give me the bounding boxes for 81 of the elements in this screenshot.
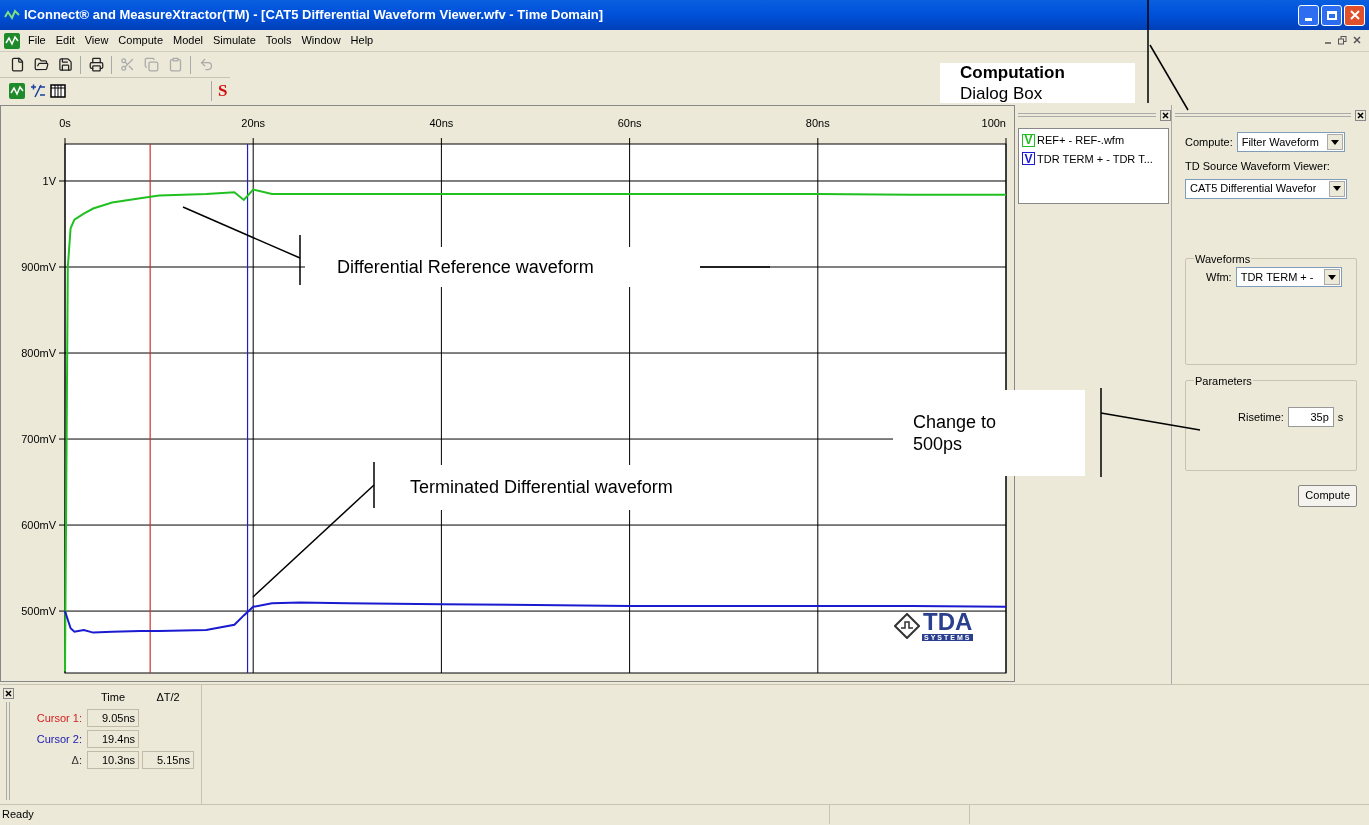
logo-icon: [894, 612, 920, 639]
print-button[interactable]: [87, 55, 105, 74]
column-header: Time: [99, 690, 126, 705]
waveform-name: TDR TERM + - TDR T...: [1037, 151, 1153, 167]
column-header: ΔT/2: [155, 690, 181, 705]
callout-title: Computation: [960, 61, 1065, 83]
document-icon: [4, 32, 20, 49]
axis-label: 900mV: [21, 261, 56, 273]
compute-dropdown[interactable]: Filter Waveform: [1236, 132, 1345, 152]
risetime-field[interactable]: 35p: [1287, 407, 1334, 427]
axis-label: 1V: [42, 175, 56, 187]
axis-label: 800mV: [21, 347, 56, 359]
unit-label: s: [1337, 409, 1344, 425]
menu-item[interactable]: Model: [171, 32, 205, 49]
field-label: TD Source Waveform Viewer:: [1185, 159, 1331, 174]
field-label: Compute:: [1185, 134, 1233, 150]
close-button[interactable]: [1160, 109, 1171, 121]
axis-label: 20ns: [241, 117, 266, 129]
waveform-name: REF+ - REF-.wfm: [1037, 133, 1125, 148]
menu-item[interactable]: File: [26, 32, 48, 49]
app-icon: [4, 8, 20, 22]
visible-badge: V: [1022, 133, 1035, 147]
minimize-icon: [1305, 17, 1312, 21]
waveform-view-button[interactable]: [8, 81, 27, 101]
close-icon: [1349, 10, 1360, 20]
close-icon: [1162, 111, 1169, 119]
logo-text: TDA: [923, 610, 973, 634]
waveform-list-item[interactable]: V TDR TERM + - TDR T...: [1022, 150, 1165, 167]
table-icon: [50, 83, 67, 99]
waveform-dropdown[interactable]: TDR TERM + -: [1235, 267, 1342, 287]
close-button[interactable]: [2, 688, 14, 699]
compute-button[interactable]: Compute: [1298, 484, 1357, 507]
axis-label: 600mV: [21, 519, 56, 532]
menu-item[interactable]: View: [82, 32, 111, 49]
restore-icon: [1326, 10, 1337, 20]
simulate-button[interactable]: S: [213, 81, 232, 101]
axis-label: 100n: [981, 117, 1006, 129]
cursor-line[interactable]: [246, 143, 249, 674]
menu-item[interactable]: Compute: [116, 32, 165, 49]
table-button[interactable]: [49, 81, 68, 101]
axis-label: 60ns: [617, 117, 642, 129]
axis-label: 500mV: [21, 605, 56, 618]
plus-minus-icon: [29, 83, 46, 99]
readout-value: 5.15ns: [142, 750, 194, 769]
callout-text: Change to 500ps: [913, 410, 998, 456]
close-icon: [1357, 111, 1364, 119]
close-button[interactable]: [1355, 109, 1366, 121]
status-text: Ready: [0, 805, 830, 824]
restore-icon[interactable]: [1338, 36, 1347, 45]
menu-item[interactable]: Tools: [263, 32, 294, 49]
visible-badge: V: [1022, 152, 1035, 166]
field-label: Risetime:: [1238, 409, 1284, 425]
field-label: Wfm:: [1206, 269, 1232, 285]
axis-label: 40ns: [429, 117, 454, 129]
callout-text: Differential Reference waveform: [337, 255, 595, 279]
readout-value: 10.3ns: [87, 750, 139, 769]
waveform-icon: [9, 83, 26, 99]
window-title: IConnect® and MeasureXtractor(TM) - [CAT5 Differential Waveform Viewer.wfv - Time Domain]: [24, 6, 604, 25]
axis-label: 0s: [59, 117, 71, 129]
cursor-label: Cursor 1:: [35, 710, 83, 726]
cursor-label: Cursor 2:: [35, 731, 83, 747]
minimize-button[interactable]: [1298, 4, 1319, 26]
axis-label: 80ns: [805, 117, 830, 129]
close-icon[interactable]: [1353, 36, 1361, 44]
menu-item[interactable]: Simulate: [210, 32, 258, 49]
group-title: Parameters: [1194, 373, 1253, 389]
menu-item[interactable]: Help: [348, 32, 376, 49]
callout-text: Dialog Box: [960, 83, 1043, 105]
source-dropdown[interactable]: CAT5 Differential Wavefor: [1185, 178, 1347, 199]
maximize-button[interactable]: [1321, 4, 1342, 26]
close-icon: [4, 690, 12, 697]
group-title: Waveforms: [1194, 251, 1252, 267]
readout-value: 9.05ns: [87, 708, 139, 727]
save-button[interactable]: [56, 55, 74, 74]
cursor-label: Δ:: [70, 752, 83, 768]
readout-value: 19.4ns: [87, 729, 139, 748]
menu-item[interactable]: Edit: [53, 32, 77, 49]
callout-text: Terminated Differential waveform: [410, 476, 674, 499]
menu-item[interactable]: Window: [299, 32, 343, 49]
axis-label: 700mV: [21, 433, 56, 446]
waveform-list-item[interactable]: V REF+ - REF-.wfm: [1022, 132, 1165, 149]
